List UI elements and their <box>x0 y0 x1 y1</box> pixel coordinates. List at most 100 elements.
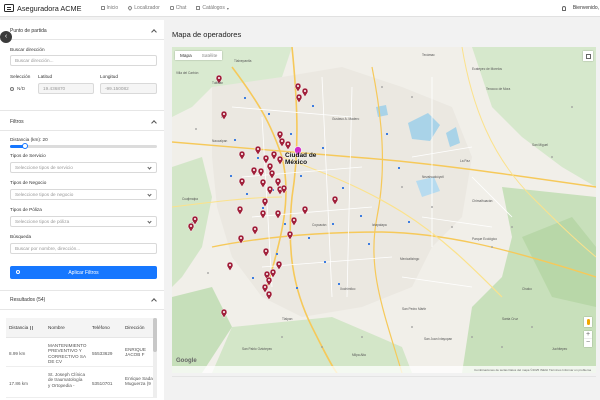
nav-link-label: Inicio <box>106 5 119 11</box>
nav-link-inicio[interactable]: Inicio <box>100 5 119 11</box>
zoom-out-button[interactable]: − <box>584 339 592 347</box>
table-row[interactable]: 8.99 km MANTENIMIENTO PREVENTIVO Y CORRE… <box>6 339 154 367</box>
operator-marker[interactable] <box>276 155 284 166</box>
zoom-in-button[interactable]: + <box>584 331 592 339</box>
operator-marker[interactable] <box>238 177 246 188</box>
map-place-label: Milpa Alta <box>352 353 366 357</box>
operator-marker[interactable] <box>295 93 303 104</box>
operator-marker[interactable] <box>250 166 258 177</box>
operator-marker[interactable] <box>226 261 234 272</box>
tab-satellite[interactable]: Satélite <box>197 51 223 60</box>
apply-filters-button[interactable]: Aplicar Filtros <box>10 266 157 279</box>
filters-section: Filtros Distancia (km): 20 Tipos de Serv… <box>0 20 164 310</box>
table-scrollbar[interactable] <box>153 318 157 398</box>
nav-link-localizador[interactable]: Localizador <box>127 5 160 11</box>
select-placeholder: Seleccione tipos de servicio <box>15 165 73 170</box>
column-header-address[interactable]: Dirección <box>125 325 145 330</box>
operator-marker[interactable] <box>238 150 246 161</box>
street-view-button[interactable] <box>584 317 592 327</box>
welcome-text[interactable]: Bienvenido, <box>573 5 599 11</box>
operator-markers <box>187 74 339 319</box>
map-type-tabs: Mapa Satélite <box>175 51 223 60</box>
map-place-label: Santa Cruz <box>502 317 518 321</box>
map-attribution[interactable]: Combinaciones de teclas Datos del mapa ©… <box>474 368 591 372</box>
operator-marker[interactable] <box>266 185 274 196</box>
column-header-name[interactable]: Nombre <box>48 325 65 330</box>
operator-marker[interactable] <box>220 308 228 319</box>
home-icon <box>100 6 105 10</box>
cell-phone: 53510701 <box>92 381 113 386</box>
brand-logo-icon <box>4 4 14 12</box>
column-header-phone[interactable]: Teléfono <box>92 325 110 330</box>
slider-handle[interactable] <box>21 143 28 149</box>
operator-marker[interactable] <box>220 110 228 121</box>
zoom-controls: + − <box>584 331 592 347</box>
map-place-label: Mexicaltzingo <box>400 257 420 261</box>
chevron-down-icon <box>147 165 152 170</box>
operator-marker[interactable] <box>262 247 270 258</box>
field-label: Búsqueda <box>10 234 32 239</box>
distance-slider[interactable] <box>10 143 157 149</box>
operator-marker[interactable] <box>278 137 286 148</box>
map-place-label: Chalco <box>522 287 532 291</box>
section-title: Filtros <box>10 119 24 125</box>
operators-map[interactable]: Ciudad de México Tlalnepantla Ecatepec d… <box>172 47 596 373</box>
operator-marker[interactable] <box>261 197 269 208</box>
operator-marker[interactable] <box>274 177 282 188</box>
chevron-down-icon: ▾ <box>226 5 229 11</box>
operator-marker[interactable] <box>237 234 245 245</box>
scrollbar-thumb[interactable] <box>153 318 157 352</box>
service-type-select[interactable]: Seleccione tipos de servicio <box>10 162 157 173</box>
operator-marker[interactable] <box>268 169 276 180</box>
field-label: Tipos de Servicio <box>10 153 46 158</box>
nav-link-chat[interactable]: Chat <box>169 5 187 11</box>
column-header-distance[interactable]: Distancia <box>9 325 34 330</box>
operator-marker[interactable] <box>301 87 309 98</box>
map-place-label: San Miguel <box>532 143 548 147</box>
sort-icon <box>30 325 34 330</box>
chevron-up-icon[interactable] <box>151 120 157 126</box>
collapse-panel-button[interactable]: ‹ <box>0 31 12 43</box>
operator-marker[interactable] <box>269 268 277 279</box>
operator-marker[interactable] <box>331 195 339 206</box>
nav-link-label: Catálogos <box>202 5 225 11</box>
operator-marker[interactable] <box>259 178 267 189</box>
bell-icon[interactable] <box>561 5 566 11</box>
operator-marker[interactable] <box>280 184 288 195</box>
operator-marker[interactable] <box>274 209 282 220</box>
nav-link-label: Chat <box>175 5 187 11</box>
operator-marker[interactable] <box>294 82 302 93</box>
divider <box>0 290 164 291</box>
operator-marker[interactable] <box>265 290 273 301</box>
brand[interactable]: Aseguradora ACME <box>4 4 82 13</box>
page-title: Mapa de operadores <box>172 30 242 39</box>
catalog-icon <box>196 6 201 10</box>
fullscreen-button[interactable] <box>583 51 593 61</box>
map-place-label: Ecatepec de Morelos <box>472 67 502 71</box>
operator-marker[interactable] <box>290 216 298 227</box>
business-type-select[interactable]: Seleccione tipos de negocio <box>10 189 157 200</box>
operator-marker[interactable] <box>275 260 283 271</box>
operator-marker[interactable] <box>286 230 294 241</box>
operator-marker[interactable] <box>254 145 262 156</box>
tab-map[interactable]: Mapa <box>175 51 197 60</box>
operator-marker[interactable] <box>270 150 278 161</box>
cell-address: ENRIQUE JACOB F <box>125 347 146 358</box>
results-title: Resultados (54) <box>10 297 46 303</box>
operator-marker[interactable] <box>236 205 244 216</box>
operator-marker[interactable] <box>284 140 292 151</box>
pegman-icon <box>586 319 590 325</box>
operator-marker[interactable] <box>257 167 265 178</box>
operator-search-input[interactable]: Buscar por nombre, dirección... <box>10 243 157 254</box>
table-row[interactable]: 17.86 km St. Joseph Clínica de traumatol… <box>6 368 154 398</box>
nav-link-catalogos[interactable]: Catálogos ▾ <box>196 5 229 11</box>
operator-marker[interactable] <box>187 222 195 233</box>
map-place-label: Gustavo A. Madero <box>332 117 360 121</box>
operator-marker[interactable] <box>251 225 259 236</box>
policy-type-select[interactable]: Seleccione tipos de póliza <box>10 216 157 227</box>
operator-marker[interactable] <box>301 205 309 216</box>
button-label: Aplicar Filtros <box>68 269 99 276</box>
operator-marker[interactable] <box>262 154 270 165</box>
chat-icon <box>169 6 174 10</box>
operator-marker[interactable] <box>259 209 267 220</box>
